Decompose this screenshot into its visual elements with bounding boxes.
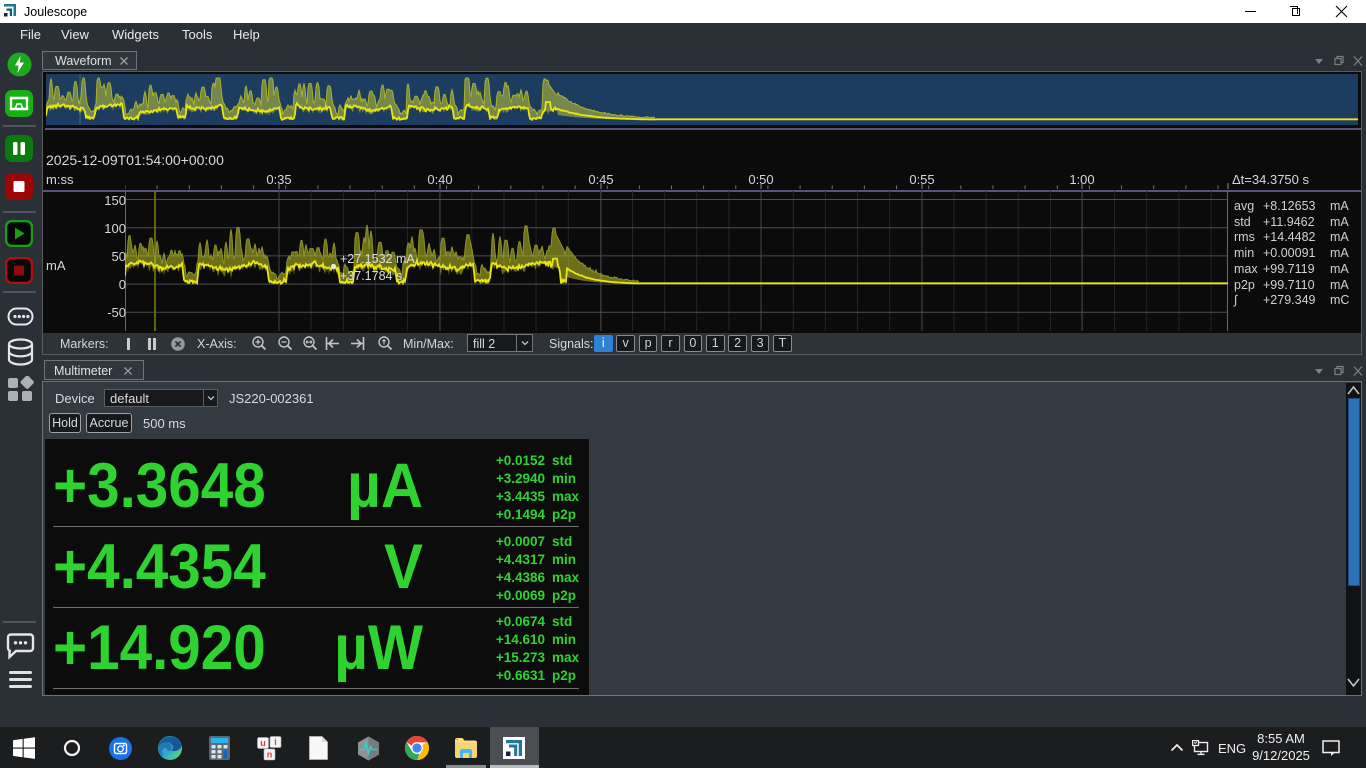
svg-text:i: i: [274, 737, 277, 747]
svg-text:u: u: [260, 738, 266, 748]
svg-text:n: n: [267, 750, 273, 760]
